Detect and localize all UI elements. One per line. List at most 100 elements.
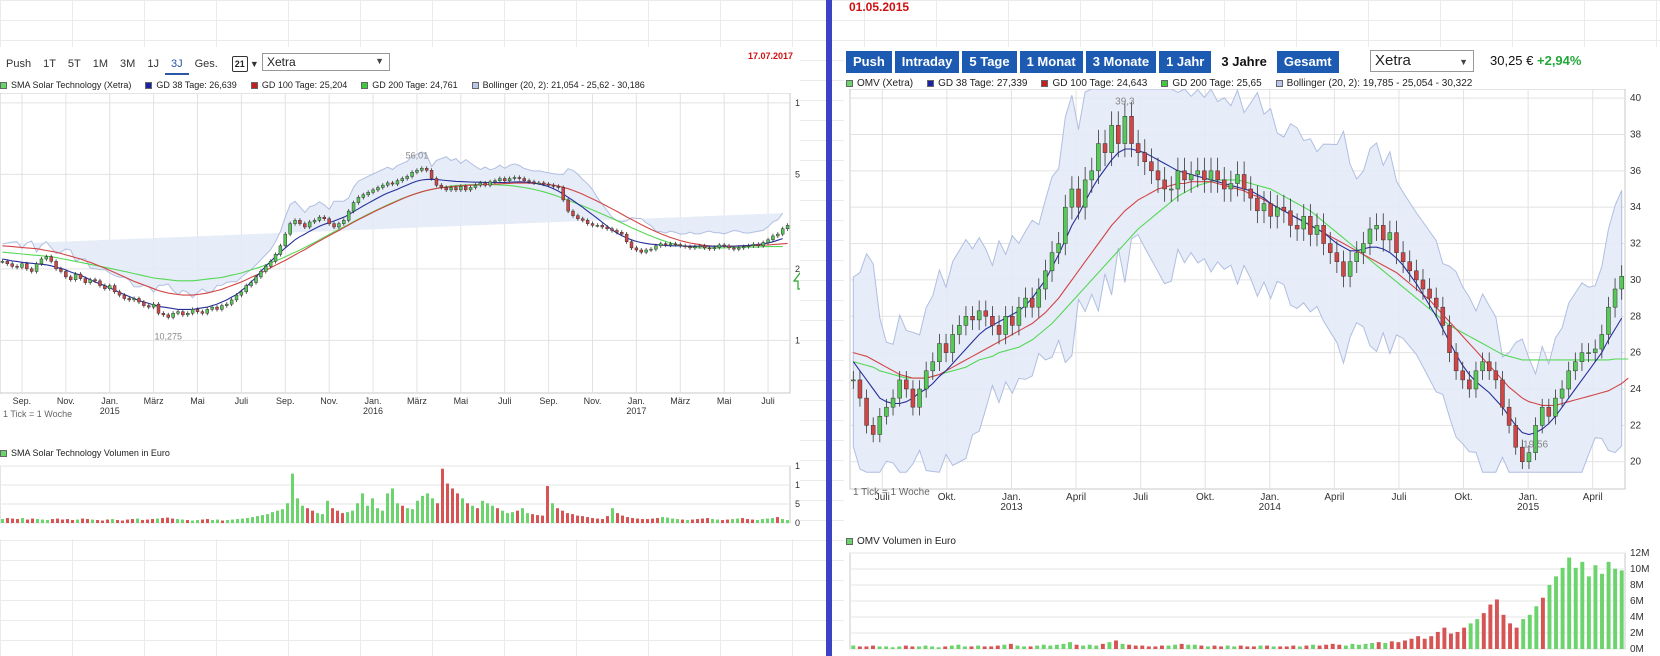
candle-body — [273, 254, 278, 262]
volume-bar — [1133, 645, 1138, 649]
candle-body — [1043, 270, 1048, 290]
volume-bar — [216, 519, 219, 523]
volume-bar — [1370, 643, 1375, 649]
tab-intraday[interactable]: Intraday — [894, 51, 960, 73]
candle-body — [990, 316, 995, 326]
candle-body — [5, 261, 10, 265]
volume-bar — [136, 518, 139, 523]
candle-body — [244, 285, 248, 293]
candle-body — [1573, 361, 1578, 372]
volume-bar — [1265, 645, 1270, 649]
calendar-icon[interactable]: 21 — [231, 56, 248, 72]
volume-bar — [436, 503, 439, 523]
volume-bar — [726, 519, 729, 523]
volume-bar — [1008, 643, 1013, 649]
candle-body — [161, 313, 166, 316]
candle-body — [1327, 243, 1333, 253]
right-volume-chart: 12M 10M 8M 6M 4M 2M 0M — [849, 548, 1649, 655]
volume-bar — [1343, 645, 1348, 649]
tab-3m[interactable]: 3M — [114, 53, 141, 75]
tab-1t[interactable]: 1T — [37, 53, 62, 75]
tab-1-jahr[interactable]: 1 Jahr — [1159, 51, 1212, 73]
tab-gesamt[interactable]: Gesamt — [1276, 51, 1339, 73]
chevron-down-icon: ▼ — [375, 56, 384, 66]
x-year-label: 2015 — [1517, 502, 1540, 513]
right-range-tabs: Push Intraday 5 Tage 1 Monat 3 Monate 1 … — [846, 51, 1342, 73]
calendar-dropdown-icon[interactable]: ▼ — [250, 59, 259, 69]
candle-body — [551, 184, 556, 187]
tab-push[interactable]: Push — [846, 51, 892, 73]
tab-5t[interactable]: 5T — [62, 53, 87, 75]
exchange-select[interactable]: Xetra ▼ — [1370, 50, 1474, 72]
volume-bar — [661, 517, 664, 523]
left-chart-panel: Push 1T 5T 1M 3M 1J 3J Ges. 21 ▼ Xetra ▼… — [0, 47, 800, 539]
candle-body — [371, 189, 375, 193]
volume-bar — [336, 510, 339, 523]
y-tick-label: 40 — [1630, 93, 1642, 104]
volume-bar — [943, 646, 948, 649]
candle-body — [930, 361, 936, 372]
volume-bar — [271, 512, 274, 523]
candle-body — [381, 184, 385, 188]
left-price-chart: Sep. Nov. Jan. März Mai Juli Sep. Nov. Jan. März M… — [0, 93, 800, 416]
tab-1-monat[interactable]: 1 Monat — [1019, 51, 1083, 73]
volume-bar — [1350, 643, 1355, 649]
x-tick-label: März — [144, 396, 164, 406]
tab-ges[interactable]: Ges. — [189, 53, 224, 75]
tab-push[interactable]: Push — [0, 53, 37, 75]
candle-body — [351, 202, 356, 212]
volume-bar — [396, 503, 399, 523]
candle-body — [1566, 370, 1571, 390]
candle-body — [44, 256, 49, 260]
candle-body — [1102, 143, 1108, 153]
tab-3-jahre[interactable]: 3 Jahre — [1214, 51, 1274, 73]
tab-3-monate[interactable]: 3 Monate — [1085, 51, 1157, 73]
candle-body — [181, 311, 185, 316]
legend-bollinger: Bollinger (20, 2): 21,054 - 25,62 - 30,1… — [482, 80, 645, 90]
candle-body — [654, 245, 658, 250]
candle-body — [395, 180, 400, 185]
y-tick-label: 36 — [1630, 166, 1642, 177]
right-price-chart: Juli Okt. Jan. April Juli Okt. Jan. April Juli Ok… — [849, 89, 1642, 513]
volume-bar — [1232, 646, 1237, 649]
candle-body — [571, 210, 575, 216]
volume-bar — [716, 519, 719, 523]
candle-body — [1155, 170, 1161, 181]
candle-body — [83, 278, 88, 283]
candle-body — [877, 416, 883, 435]
tab-5-tage[interactable]: 5 Tage — [962, 51, 1017, 73]
candle-body — [1182, 170, 1187, 181]
candle-body — [93, 279, 97, 282]
candle-body — [1162, 179, 1167, 190]
y-tick-label: 10 — [795, 335, 800, 345]
volume-axis-label: 2M — [1630, 628, 1644, 639]
x-year-label: 2017 — [626, 406, 646, 416]
x-tick-label: März — [670, 396, 690, 406]
volume-bar — [111, 519, 114, 523]
volume-bar — [501, 510, 504, 523]
candle-body — [1016, 306, 1022, 326]
volume-bar — [761, 519, 764, 523]
candle-body — [1149, 161, 1154, 172]
volume-bar — [596, 518, 599, 523]
exchange-select[interactable]: Xetra ▼ — [262, 53, 390, 71]
y-tick-label: 32 — [1630, 239, 1642, 250]
candle-body — [904, 379, 909, 390]
tab-3j[interactable]: 3J — [164, 53, 189, 75]
candle-body — [1314, 225, 1320, 235]
candle-body — [595, 225, 600, 227]
candle-body — [610, 228, 614, 231]
volume-bar — [897, 646, 902, 649]
volume-bar — [371, 498, 374, 523]
candle-body — [1228, 183, 1234, 190]
x-tick-label: Sep. — [539, 396, 558, 406]
tab-1j[interactable]: 1J — [141, 53, 165, 75]
candle-body — [576, 215, 580, 220]
x-tick-label: Jan. — [101, 396, 118, 406]
price-readout: 30,25 € +2,94% — [1490, 53, 1581, 68]
volume-bar — [903, 645, 908, 649]
tab-1m[interactable]: 1M — [87, 53, 114, 75]
volume-bar — [969, 646, 974, 649]
volume-bar — [401, 505, 404, 523]
volume-bar — [1291, 645, 1296, 649]
